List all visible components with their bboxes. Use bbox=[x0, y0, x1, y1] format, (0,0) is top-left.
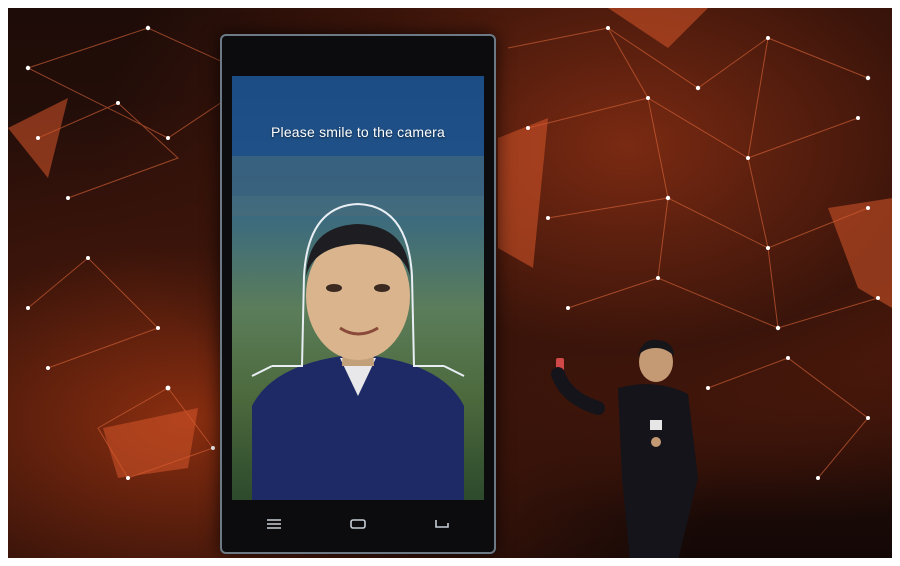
back-icon[interactable] bbox=[430, 514, 454, 534]
stage-photo: Please smile to the camera bbox=[8, 8, 892, 558]
smile-prompt: Please smile to the camera bbox=[270, 124, 446, 140]
menu-icon[interactable] bbox=[262, 514, 286, 534]
home-icon[interactable] bbox=[346, 514, 370, 534]
phone-nav-bar bbox=[232, 512, 484, 536]
badge bbox=[650, 420, 662, 430]
phone-screen: Please smile to the camera bbox=[232, 76, 484, 500]
phone-display: Please smile to the camera bbox=[220, 34, 496, 554]
presenter bbox=[551, 339, 698, 558]
